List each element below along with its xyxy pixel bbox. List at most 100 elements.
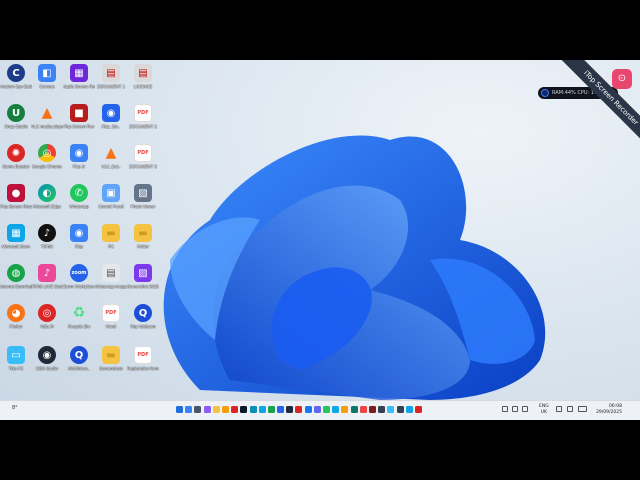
desktop-icon-11[interactable]: ◎ Google Chrome: [31, 144, 63, 169]
facebook-icon[interactable]: [304, 406, 312, 413]
desktop-icon-22[interactable]: ◉ iTop: [63, 224, 95, 249]
app3-icon[interactable]: [295, 406, 303, 413]
excel-icon[interactable]: [267, 406, 275, 413]
desktop-icon-35[interactable]: ▭ This PC: [0, 346, 32, 371]
desktop-icon-30[interactable]: ◕ Firefox: [0, 304, 32, 329]
doc-icon: ▤: [102, 64, 120, 82]
language-indicator[interactable]: ENG UK: [539, 404, 549, 415]
desktop-icon-23[interactable]: ▬ PC: [95, 224, 127, 249]
camera-icon: ◧: [38, 64, 56, 82]
desktop-icon-32[interactable]: ♻ Recycle Bin: [63, 304, 95, 329]
desktop-icon-17[interactable]: ✆ WhatsApp: [63, 184, 95, 209]
tiktok-live-icon: ♪: [38, 264, 56, 282]
desktop[interactable]: CAvatron Sys Optimizer ◧Camera ▦Apple Sc…: [0, 60, 640, 420]
pdf-icon: PDF: [134, 104, 152, 122]
edge-icon[interactable]: [249, 406, 257, 413]
desktop-icon-16[interactable]: ◐ Microsoft Edge: [31, 184, 63, 209]
desktop-icon-33[interactable]: PDF Word: [95, 304, 127, 329]
desktop-icon-4[interactable]: ▤ LICENCE: [127, 64, 159, 89]
desktop-icon-1[interactable]: ◧ Camera: [31, 64, 63, 89]
desktop-icon-10[interactable]: ✺ Game Booster: [0, 144, 32, 169]
weather-widget[interactable]: 8°: [12, 405, 18, 411]
taskbar: 8° ENG UK 06:08 29/09/2025: [0, 400, 640, 420]
recorder-icon[interactable]: [231, 406, 239, 413]
app4-icon[interactable]: [350, 406, 358, 413]
chevron-up-icon[interactable]: [502, 406, 508, 412]
desktop-icon-18[interactable]: ▣ Control Panel: [95, 184, 127, 209]
app5-icon[interactable]: [368, 406, 376, 413]
desktop-icon-29[interactable]: ▨ Screenshot 2025..: [127, 264, 159, 289]
desktop-icon-20[interactable]: ▦ Microsoft Store: [0, 224, 32, 249]
desktop-icon-36[interactable]: ◉ OBS Studio: [31, 346, 63, 371]
word-icon[interactable]: [277, 406, 285, 413]
system-tray: [502, 406, 528, 412]
q-icon: Q: [134, 304, 152, 322]
webcam-icon: ◉: [102, 104, 120, 122]
webcam-icon: ◉: [70, 144, 88, 162]
desktop-icons: CAvatron Sys Optimizer ◧Camera ▦Apple Sc…: [0, 60, 170, 390]
desktop-icon-31[interactable]: ◎ Yalla.Fr: [31, 304, 63, 329]
task-view-icon[interactable]: [194, 406, 202, 413]
desktop-icon-12[interactable]: ◉ iTop Jr: [63, 144, 95, 169]
desktop-icon-21[interactable]: ♪ TikTok: [31, 224, 63, 249]
desktop-icon-7[interactable]: ■ iTop Screen Rec: [63, 104, 95, 129]
desktop-icon-19[interactable]: ▨ Photo Viewer: [127, 184, 159, 209]
battery-icon[interactable]: [578, 406, 587, 412]
record-dot-icon: [541, 89, 549, 97]
app7-icon[interactable]: [396, 406, 404, 413]
copilot-icon[interactable]: [203, 406, 211, 413]
vlc-cone-icon: ▲: [105, 145, 117, 161]
desktop-icon-26[interactable]: ♪ TikTok LIVE Studio: [31, 264, 63, 289]
image-icon: ▨: [134, 264, 152, 282]
telegram-icon[interactable]: [332, 406, 340, 413]
desktop-icon-3[interactable]: ▤ DOCUMENT 1: [95, 64, 127, 89]
desktop-icon-34[interactable]: QiTop Webcam: [127, 304, 159, 329]
desktop-icon-0[interactable]: CAvatron Sys Optimizer: [0, 64, 32, 89]
app9-icon[interactable]: [414, 406, 422, 413]
desktop-icon-37[interactable]: Q MobiMove..: [63, 346, 95, 371]
chrome-icon[interactable]: [221, 406, 229, 413]
pdf-icon: PDF: [102, 304, 120, 322]
whatsapp-icon[interactable]: [323, 406, 330, 413]
desktop-icon-39[interactable]: PDF Registration form 1: [127, 346, 159, 371]
edge-icon: ◐: [38, 184, 56, 202]
clock[interactable]: 06:08 29/09/2025: [594, 404, 622, 415]
desktop-icon-9[interactable]: PDF DOCUMENT 2: [127, 104, 159, 129]
grid-icon: ▦: [70, 64, 88, 82]
desktop-icon-24[interactable]: ▬ Folder: [127, 224, 159, 249]
webcam-icon: ◉: [70, 224, 88, 242]
tray-app-icon[interactable]: [522, 406, 528, 412]
desktop-icon-38[interactable]: ▬ Screenshots: [95, 346, 127, 371]
search-icon[interactable]: [185, 406, 193, 413]
desktop-icon-15[interactable]: ●iTop Screen Recorder: [0, 184, 32, 209]
desktop-icon-28[interactable]: ▤WhatsApp Image 2025..: [95, 264, 127, 289]
app2-icon[interactable]: [286, 406, 294, 413]
desktop-icon-27[interactable]: zoom Zoom Workplace: [63, 264, 95, 289]
app-icon[interactable]: [240, 406, 248, 413]
wifi-icon[interactable]: [556, 406, 562, 412]
folder-icon: ▬: [102, 224, 120, 242]
desktop-icon-25[interactable]: ◍ Internet Downloa..: [0, 264, 32, 289]
youtube-icon[interactable]: [359, 406, 367, 413]
start-icon[interactable]: [176, 406, 183, 413]
chrome-icon: ◎: [38, 144, 56, 162]
desktop-icon-13[interactable]: ▲ VLC_Dat..: [95, 144, 127, 169]
recorder-logo-icon: ⊙: [612, 69, 632, 89]
desktop-icon-14[interactable]: PDF DOCUMENT 3: [127, 144, 159, 169]
store-icon[interactable]: [258, 406, 266, 413]
app8-icon[interactable]: [405, 406, 413, 413]
desktop-icon-5[interactable]: U Snap Studio: [0, 104, 32, 129]
store-icon: ▦: [7, 224, 25, 242]
network-icon[interactable]: [512, 406, 518, 412]
volume-icon[interactable]: [567, 406, 573, 412]
q-icon: Q: [70, 346, 88, 364]
desktop-icon-2[interactable]: ▦ Apple Screen Rec: [63, 64, 95, 89]
desktop-icon-8[interactable]: ◉ iTop_Sto..: [95, 104, 127, 129]
chrome2-icon[interactable]: [341, 406, 349, 413]
file-explorer-icon[interactable]: [212, 406, 220, 413]
pdf-icon: PDF: [134, 144, 152, 162]
desktop-icon-6[interactable]: ▲ VLC media player: [31, 104, 63, 129]
app6-icon[interactable]: [378, 406, 386, 413]
teams-icon[interactable]: [313, 406, 321, 413]
photos-icon[interactable]: [387, 406, 395, 413]
